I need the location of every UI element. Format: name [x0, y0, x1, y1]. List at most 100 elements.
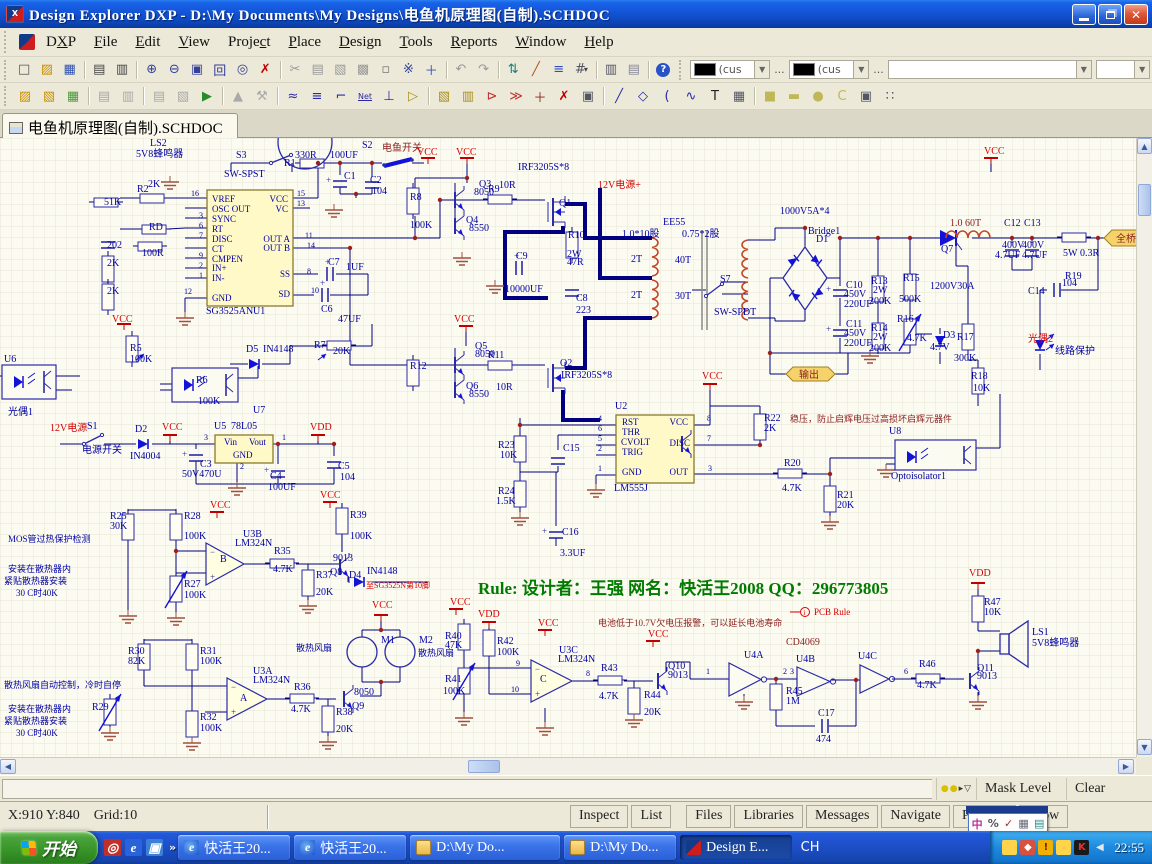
scroll-left-button[interactable]: ◀: [0, 759, 16, 774]
place-part-icon[interactable]: ▷: [402, 86, 424, 106]
draw-text-icon[interactable]: T: [704, 86, 726, 106]
place-gnd-icon[interactable]: ⊥: [378, 86, 400, 106]
panel-tab-libraries[interactable]: Libraries: [734, 805, 803, 828]
taskbar-button-3[interactable]: D:\My Do...: [410, 835, 560, 860]
place-offsheet-icon[interactable]: ≫: [505, 86, 527, 106]
title-bar[interactable]: X Design Explorer DXP - D:\My Documents\…: [0, 0, 1152, 28]
secondary-combo[interactable]: ▼: [1096, 60, 1150, 79]
increment-icon[interactable]: ≡: [548, 60, 569, 80]
quicklaunch-app-icon[interactable]: ◎: [104, 839, 121, 856]
tray-qq-icon[interactable]: [1002, 840, 1017, 855]
quicklaunch-desktop-icon[interactable]: ▣: [146, 839, 163, 856]
menu-item-window[interactable]: Window: [506, 31, 575, 54]
schematic-canvas[interactable]: +++++++++−+−+−+iLS25V8蜂鸣器S3SW-SPSTR1330R…: [0, 138, 1136, 757]
zoom-selection-icon[interactable]: ◎: [232, 60, 253, 80]
scroll-up-button[interactable]: ▲: [1137, 138, 1152, 154]
undo-icon[interactable]: ↶: [451, 60, 472, 80]
filter-indicator[interactable]: ●●▸▽: [936, 778, 976, 800]
language-indicator[interactable]: CH: [796, 835, 824, 860]
sort-updown-icon[interactable]: ⇅: [503, 60, 524, 80]
paste-array2-icon[interactable]: ∷: [879, 86, 901, 106]
move-icon[interactable]: ＋: [421, 60, 442, 80]
paste-array-icon[interactable]: ▩: [353, 60, 374, 80]
chevron-down-icon[interactable]: ▼: [754, 61, 769, 78]
doc-run-icon[interactable]: ▶: [196, 86, 218, 106]
color-more-button[interactable]: ...: [774, 63, 785, 76]
open-document-icon[interactable]: ▨: [37, 60, 58, 80]
tray-qq2-icon[interactable]: [1056, 840, 1071, 855]
vertical-scrollbar[interactable]: ▲ ▼: [1136, 138, 1152, 757]
tray-tool-icon[interactable]: ◆: [1020, 840, 1035, 855]
draw-round-rect-icon[interactable]: ▬: [783, 86, 805, 106]
panel-tab-files[interactable]: Files: [686, 805, 731, 828]
quicklaunch-chevron-icon[interactable]: »: [169, 841, 176, 854]
save-icon[interactable]: ▦: [59, 60, 80, 80]
menu-item-view[interactable]: View: [169, 31, 219, 54]
menu-item-dxp[interactable]: DXP: [37, 31, 85, 54]
zoom-in-icon[interactable]: ⊕: [141, 60, 162, 80]
restore-button[interactable]: [1098, 4, 1122, 25]
draw-arc-icon[interactable]: (: [656, 86, 678, 106]
chevron-down-icon[interactable]: ▼: [1076, 61, 1091, 78]
place-wire-icon[interactable]: ≈: [282, 86, 304, 106]
place-no-erc-icon[interactable]: ✗: [553, 86, 575, 106]
draw-ellipse-icon[interactable]: ●: [807, 86, 829, 106]
place-junction-icon[interactable]: ＋: [529, 86, 551, 106]
doc2-icon[interactable]: ▥: [117, 86, 139, 106]
ime-icon[interactable]: ▦: [1018, 817, 1028, 830]
scroll-right-button[interactable]: ▶: [1118, 759, 1134, 774]
ime-icon[interactable]: ▤: [1034, 817, 1044, 830]
color-combo-1[interactable]: (cus▼: [690, 60, 771, 79]
print-preview-icon[interactable]: ▥: [112, 60, 133, 80]
panel-tab-inspect[interactable]: Inspect: [570, 805, 628, 828]
minimize-button[interactable]: [1072, 4, 1096, 25]
wand-icon[interactable]: ╱: [526, 60, 547, 80]
open-project-icon[interactable]: ▧: [38, 86, 60, 106]
vertical-scroll-thumb[interactable]: [1138, 184, 1151, 216]
start-button[interactable]: 开始: [0, 831, 98, 864]
taskbar-button-4[interactable]: D:\My Do...: [564, 835, 676, 860]
quicklaunch-ie-icon[interactable]: e: [125, 839, 142, 856]
tray-shield-icon[interactable]: !: [1038, 840, 1053, 855]
place-bus-icon[interactable]: ≡: [306, 86, 328, 106]
draw-rect-icon[interactable]: ■: [759, 86, 781, 106]
grid-dropdown-icon[interactable]: #▾: [571, 60, 592, 80]
ime-icon[interactable]: ✓: [1004, 817, 1013, 830]
draw-line-icon[interactable]: ╱: [608, 86, 630, 106]
library-list-icon[interactable]: ▤: [623, 60, 644, 80]
horizontal-scroll-thumb[interactable]: [468, 760, 500, 773]
clear-button[interactable]: Clear: [1066, 778, 1113, 800]
taskbar-button-2[interactable]: e快活王20...: [294, 835, 406, 860]
menu-item-help[interactable]: Help: [575, 31, 622, 54]
draw-graphic-icon[interactable]: ▣: [855, 86, 877, 106]
menu-item-project[interactable]: Project: [219, 31, 280, 54]
menu-item-edit[interactable]: Edit: [126, 31, 169, 54]
tray-volume-icon[interactable]: ◀: [1092, 840, 1107, 855]
deselect-icon[interactable]: ※: [398, 60, 419, 80]
variant-combo[interactable]: ▼: [888, 60, 1092, 79]
panel-tab-messages[interactable]: Messages: [806, 805, 878, 828]
draw-bezier-icon[interactable]: ∿: [680, 86, 702, 106]
zoom-out-icon[interactable]: ⊖: [164, 60, 185, 80]
panel-tab-navigate[interactable]: Navigate: [881, 805, 950, 828]
chevron-down-icon[interactable]: ▼: [1134, 61, 1149, 78]
build-icon[interactable]: ⚒: [251, 86, 273, 106]
menu-item-file[interactable]: File: [85, 31, 126, 54]
clear-filter-icon[interactable]: ✗: [255, 60, 276, 80]
color-more-button[interactable]: ...: [873, 63, 884, 76]
redo-icon[interactable]: ↷: [473, 60, 494, 80]
document-tab[interactable]: 电鱼机原理图(自制).SCHDOC: [2, 113, 238, 138]
new-document-icon[interactable]: □: [14, 60, 35, 80]
zoom-area-icon[interactable]: ▣: [187, 60, 208, 80]
draw-polygon-icon[interactable]: ◇: [632, 86, 654, 106]
doc3-icon[interactable]: ▤: [148, 86, 170, 106]
scroll-down-button[interactable]: ▼: [1137, 739, 1152, 755]
taskbar-button-5[interactable]: Design E...: [680, 835, 792, 860]
ime-icon[interactable]: %: [988, 817, 999, 830]
library-icon[interactable]: ▥: [601, 60, 622, 80]
copy-icon[interactable]: ▤: [307, 60, 328, 80]
paste-icon[interactable]: ▧: [330, 60, 351, 80]
menu-item-design[interactable]: Design: [330, 31, 391, 54]
place-net-label-icon[interactable]: Net: [354, 86, 376, 106]
select-area-icon[interactable]: ▫: [375, 60, 396, 80]
